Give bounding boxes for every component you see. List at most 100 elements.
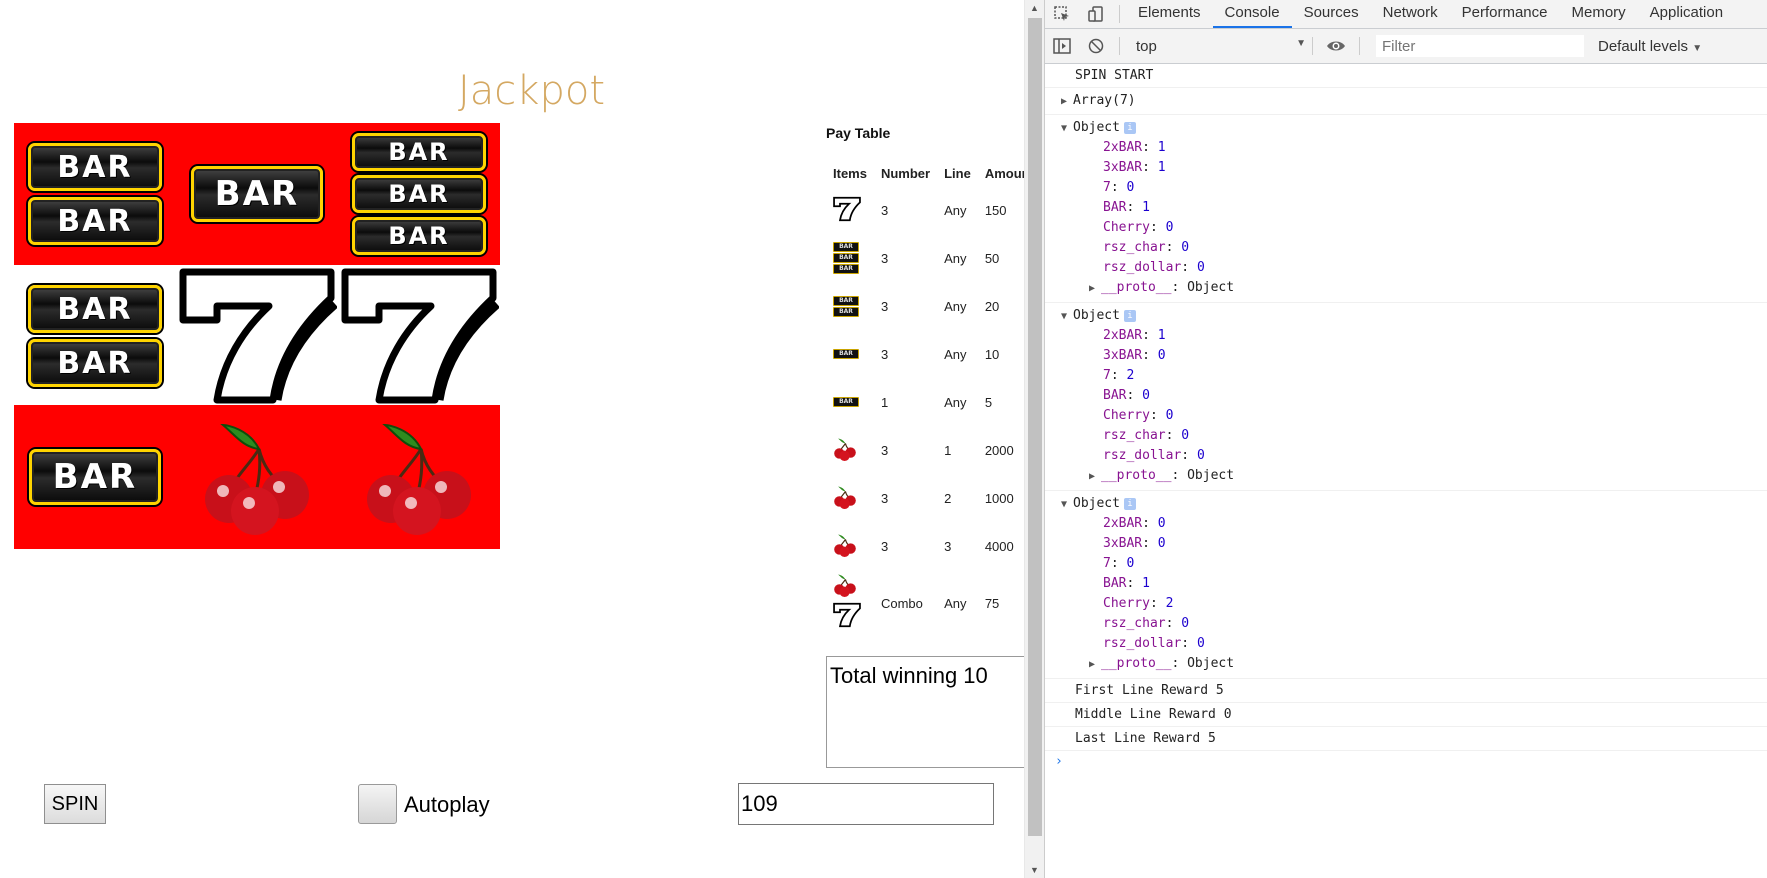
tab-performance[interactable]: Performance (1450, 0, 1560, 28)
property-key: rsz_dollar (1103, 260, 1182, 275)
object-property: 3xBAR: 1 (1103, 160, 1166, 175)
bar-symbol-icon: BAR (833, 349, 867, 359)
paytable-amount-cell: 2000 (984, 442, 1014, 458)
property-value: 0 (1165, 220, 1174, 235)
console-object[interactable]: ▼ Object i 2xBAR: 1 3xBAR: 1 7: 0 BAR: 1 Cherry… (1045, 115, 1767, 303)
inspect-icon[interactable] (1045, 0, 1079, 28)
scrollbar-thumb[interactable] (1028, 18, 1042, 836)
device-toggle-icon[interactable] (1079, 0, 1113, 28)
proto-key: __proto__ (1101, 468, 1172, 483)
paytable-row: 3 2 1000 (826, 474, 1024, 522)
expand-arrow-icon[interactable]: ▶ (1089, 279, 1101, 299)
clear-console-icon[interactable] (1079, 32, 1113, 60)
console-message: Last Line Reward 5 (1045, 727, 1767, 751)
info-icon[interactable]: i (1123, 309, 1136, 322)
property-value: 0 (1165, 408, 1174, 423)
cherry-icon (833, 485, 867, 512)
credit-input[interactable] (738, 783, 994, 825)
paytable-header-line: Line (944, 165, 971, 181)
property-value: 1 (1142, 200, 1150, 215)
paytable-row: BAR 3 Any 10 (826, 330, 1024, 378)
object-property: Cherry: 2 (1103, 596, 1174, 611)
object-property: rsz_char: 0 (1103, 616, 1190, 631)
info-icon[interactable]: i (1123, 121, 1136, 134)
paytable-row: 3 1 2000 (826, 426, 1024, 474)
property-key: 3xBAR (1103, 536, 1143, 551)
log-levels-dropdown[interactable]: Default levels ▼ (1598, 38, 1702, 55)
paytable-number-cell: 3 (880, 346, 889, 362)
object-property: 7: 0 (1103, 556, 1135, 571)
property-key: BAR (1103, 576, 1127, 591)
property-key: 7 (1103, 180, 1111, 195)
object-proto[interactable]: ▶ __proto__: Object (1061, 278, 1767, 299)
spin-button[interactable]: SPIN (44, 784, 106, 824)
property-value: 0 (1142, 388, 1150, 403)
context-selector[interactable]: top ▼ (1126, 38, 1306, 55)
slot-machine-page: Jackpot BAR BAR BAR BAR BAR BAR BAR BAR (0, 0, 1024, 878)
paytable-item-cell: BAR BAR BAR (826, 234, 874, 282)
property-key: Cherry (1103, 220, 1150, 235)
console-filter-input[interactable] (1376, 35, 1584, 57)
tab-console[interactable]: Console (1212, 0, 1292, 28)
property-value: 0 (1181, 428, 1190, 443)
autoplay-label: Autoplay (404, 792, 490, 817)
sidebar-toggle-icon[interactable] (1045, 32, 1079, 60)
object-proto[interactable]: ▶ __proto__: Object (1061, 654, 1767, 675)
tab-memory[interactable]: Memory (1560, 0, 1638, 28)
paytable-amount-cell: 4000 (984, 538, 1014, 554)
property-key: 7 (1103, 368, 1111, 383)
object-label: Object (1073, 308, 1120, 323)
bar-symbol-icon: BAR BAR (833, 295, 867, 317)
expand-arrow-icon[interactable]: ▶ (1089, 655, 1101, 675)
property-key: 3xBAR (1103, 348, 1143, 363)
toolbar-divider (1119, 5, 1120, 23)
object-proto[interactable]: ▶ __proto__: Object (1061, 466, 1767, 487)
proto-value: Object (1187, 280, 1235, 295)
paytable: Items Number Line Amount 3Any150BARBARBA… (826, 160, 1024, 636)
cherry-icon (833, 573, 867, 600)
scroll-up-icon[interactable]: ▲ (1030, 3, 1039, 13)
console-object[interactable]: ▼ Object i 2xBAR: 0 3xBAR: 0 7: 0 BAR: 1 Cherry… (1045, 491, 1767, 679)
tab-application[interactable]: Application (1638, 0, 1735, 28)
object-label: Object (1073, 496, 1120, 511)
toolbar-divider (1119, 37, 1120, 55)
paytable-item-cell (826, 186, 874, 234)
object-property: rsz_dollar: 0 (1103, 448, 1205, 463)
paytable-line-cell: Any (944, 394, 967, 410)
object-property: 3xBAR: 0 (1103, 536, 1166, 551)
property-value: 0 (1181, 616, 1190, 631)
collapse-arrow-icon[interactable]: ▼ (1061, 495, 1073, 514)
expand-arrow-icon[interactable]: ▶ (1061, 92, 1073, 111)
info-icon[interactable]: i (1123, 497, 1136, 510)
page-scrollbar[interactable]: ▲ ▼ (1024, 0, 1045, 878)
paytable-line-cell: 2 (944, 490, 952, 506)
property-value: 1 (1157, 140, 1166, 155)
paytable-amount-cell: 10 (984, 346, 1000, 362)
scroll-down-icon[interactable]: ▼ (1030, 865, 1039, 875)
console-prompt[interactable]: › (1045, 751, 1767, 773)
property-key: rsz_dollar (1103, 448, 1182, 463)
reel-grid: BAR BAR BAR BAR BAR BAR BAR BAR BAR (14, 123, 500, 549)
property-value: 0 (1157, 348, 1166, 363)
tab-network[interactable]: Network (1371, 0, 1450, 28)
expand-arrow-icon[interactable]: ▶ (1089, 467, 1101, 487)
paytable-line-cell: Any (944, 250, 967, 266)
collapse-arrow-icon[interactable]: ▼ (1061, 119, 1073, 138)
property-key: rsz_char (1103, 616, 1166, 631)
object-property: 7: 2 (1103, 368, 1135, 383)
tab-sources[interactable]: Sources (1292, 0, 1371, 28)
seven-icon (176, 265, 338, 407)
console-object[interactable]: ▼ Object i 2xBAR: 1 3xBAR: 0 7: 2 BAR: 0 Cherry… (1045, 303, 1767, 491)
log-levels-label: Default levels (1598, 37, 1689, 55)
paytable-line-cell: Any (944, 595, 967, 611)
autoplay-checkbox[interactable] (358, 784, 397, 824)
eye-icon[interactable] (1319, 32, 1353, 60)
object-property: rsz_dollar: 0 (1103, 260, 1205, 275)
paytable-item-cell: BAR (826, 330, 874, 378)
console-array[interactable]: ▶ Array(7) (1045, 88, 1767, 115)
collapse-arrow-icon[interactable]: ▼ (1061, 307, 1073, 326)
proto-value: Object (1187, 468, 1235, 483)
object-property: 7: 0 (1103, 180, 1135, 195)
object-property: 2xBAR: 1 (1103, 328, 1166, 343)
tab-elements[interactable]: Elements (1126, 0, 1213, 28)
